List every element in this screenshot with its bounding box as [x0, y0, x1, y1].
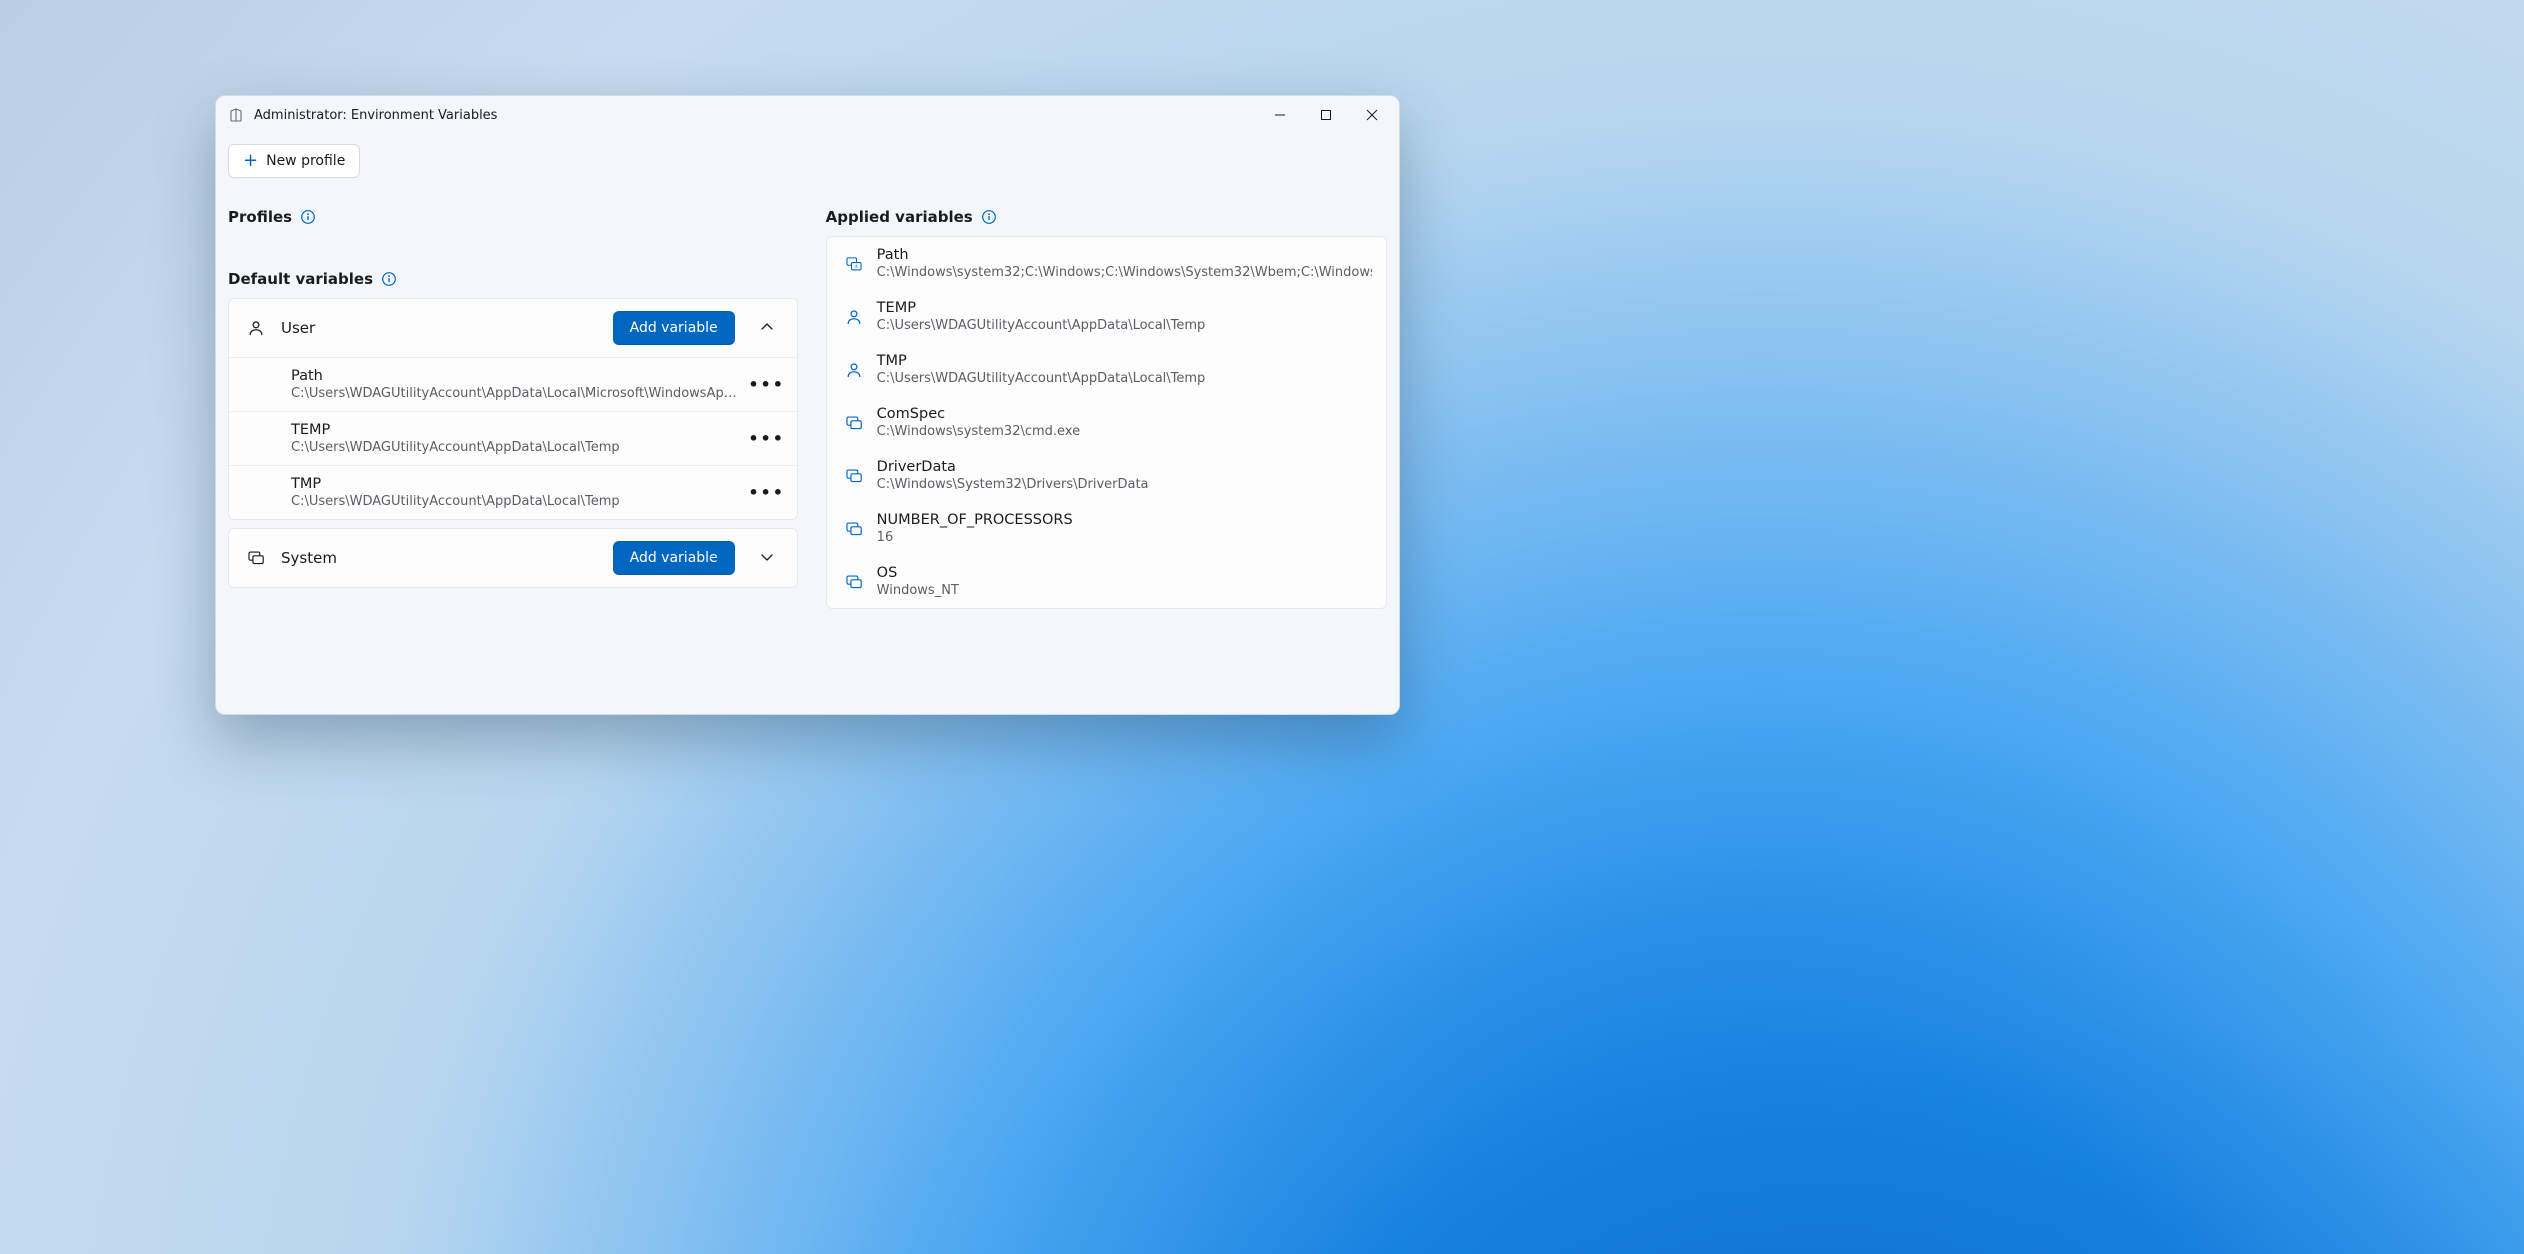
user-group-header[interactable]: User Add variable — [229, 299, 797, 357]
variable-name: TMP — [291, 476, 739, 492]
applied-variable-row[interactable]: ComSpec C:\Windows\system32\cmd.exe — [827, 396, 1386, 449]
applied-variable-name: TEMP — [877, 300, 1372, 316]
system-icon — [845, 414, 863, 432]
collapse-user-group-button[interactable] — [751, 312, 783, 344]
applied-variable-value: C:\Windows\System32\Drivers\DriverData — [877, 477, 1372, 492]
applied-variable-name: DriverData — [877, 459, 1372, 475]
user-icon — [247, 319, 265, 337]
applied-variable-value: Windows_NT — [877, 583, 1372, 598]
info-icon[interactable] — [300, 209, 316, 225]
system-group-header[interactable]: System Add variable — [229, 529, 797, 587]
applied-variable-value: C:\Windows\system32\cmd.exe — [877, 424, 1372, 439]
system-group-title: System — [281, 549, 337, 567]
variable-row[interactable]: TEMP C:\Users\WDAGUtilityAccount\AppData… — [229, 411, 797, 465]
default-variables-heading: Default variables — [228, 270, 798, 288]
variable-value: C:\Users\WDAGUtilityAccount\AppData\Loca… — [291, 494, 739, 509]
system-icon — [845, 573, 863, 591]
user-icon — [845, 361, 863, 379]
user-variables-card: User Add variable Path C:\Users\WDAGUtil… — [228, 298, 798, 520]
expand-system-group-button[interactable] — [751, 542, 783, 574]
applied-variable-row[interactable]: TMP C:\Users\WDAGUtilityAccount\AppData\L… — [827, 343, 1386, 396]
applied-variables-column: Applied variables Path C:\Windows\system3… — [826, 190, 1387, 706]
system-icon — [247, 549, 265, 567]
both-scope-icon — [845, 255, 863, 273]
maximize-button[interactable] — [1303, 99, 1349, 131]
more-icon: ••• — [748, 429, 785, 448]
add-user-variable-button[interactable]: Add variable — [613, 311, 735, 345]
applied-variable-row[interactable]: Path C:\Windows\system32;C:\Windows;C:\Wi… — [827, 237, 1386, 290]
more-options-button[interactable]: ••• — [751, 369, 783, 401]
system-icon — [845, 520, 863, 538]
applied-variable-name: ComSpec — [877, 406, 1372, 422]
applied-variable-value: C:\Windows\system32;C:\Windows;C:\Window… — [877, 265, 1372, 280]
app-icon — [228, 107, 244, 123]
info-icon[interactable] — [981, 209, 997, 225]
new-profile-button-label: New profile — [266, 153, 345, 169]
add-user-variable-button-label: Add variable — [630, 320, 718, 336]
applied-variable-row[interactable]: NUMBER_OF_PROCESSORS 16 — [827, 502, 1386, 555]
more-options-button[interactable]: ••• — [751, 477, 783, 509]
applied-variables-heading: Applied variables — [826, 208, 1387, 226]
applied-variable-name: NUMBER_OF_PROCESSORS — [877, 512, 1372, 528]
applied-variable-row[interactable]: DriverData C:\Windows\System32\Drivers\Dr… — [827, 449, 1386, 502]
applied-variable-row[interactable]: OS Windows_NT — [827, 555, 1386, 608]
variable-name: Path — [291, 368, 739, 384]
applied-variable-name: Path — [877, 247, 1372, 263]
default-variables-heading-label: Default variables — [228, 270, 373, 288]
applied-variable-value: C:\Users\WDAGUtilityAccount\AppData\Loca… — [877, 318, 1372, 333]
add-system-variable-button-label: Add variable — [630, 550, 718, 566]
minimize-button[interactable] — [1257, 99, 1303, 131]
more-icon: ••• — [748, 483, 785, 502]
applied-variable-name: OS — [877, 565, 1372, 581]
applied-variable-value: C:\Users\WDAGUtilityAccount\AppData\Loca… — [877, 371, 1372, 386]
more-icon: ••• — [748, 375, 785, 394]
user-icon — [845, 308, 863, 326]
new-profile-button[interactable]: + New profile — [228, 144, 360, 178]
info-icon[interactable] — [381, 271, 397, 287]
applied-variable-row[interactable]: TEMP C:\Users\WDAGUtilityAccount\AppData\… — [827, 290, 1386, 343]
applied-variables-card: Path C:\Windows\system32;C:\Windows;C:\Wi… — [826, 236, 1387, 609]
applied-variable-name: TMP — [877, 353, 1372, 369]
chevron-up-icon — [760, 319, 774, 338]
profiles-heading: Profiles — [228, 208, 798, 226]
more-options-button[interactable]: ••• — [751, 423, 783, 455]
app-window: Administrator: Environment Variables + N… — [215, 95, 1400, 715]
plus-icon: + — [243, 152, 258, 170]
profiles-column: Profiles Default variables User Add vari… — [228, 190, 798, 706]
profiles-heading-label: Profiles — [228, 208, 292, 226]
variable-row[interactable]: Path C:\Users\WDAGUtilityAccount\AppData… — [229, 357, 797, 411]
variable-name: TEMP — [291, 422, 739, 438]
window-title: Administrator: Environment Variables — [254, 108, 497, 123]
toolbar: + New profile — [216, 134, 1399, 190]
close-button[interactable] — [1349, 99, 1395, 131]
user-group-title: User — [281, 319, 315, 337]
variable-value: C:\Users\WDAGUtilityAccount\AppData\Loca… — [291, 440, 739, 455]
system-icon — [845, 467, 863, 485]
applied-variables-heading-label: Applied variables — [826, 208, 973, 226]
system-variables-card: System Add variable — [228, 528, 798, 588]
applied-variable-value: 16 — [877, 530, 1372, 545]
variable-row[interactable]: TMP C:\Users\WDAGUtilityAccount\AppData\… — [229, 465, 797, 519]
add-system-variable-button[interactable]: Add variable — [613, 541, 735, 575]
titlebar[interactable]: Administrator: Environment Variables — [216, 96, 1399, 134]
variable-value: C:\Users\WDAGUtilityAccount\AppData\Loca… — [291, 386, 739, 401]
chevron-down-icon — [760, 549, 774, 568]
